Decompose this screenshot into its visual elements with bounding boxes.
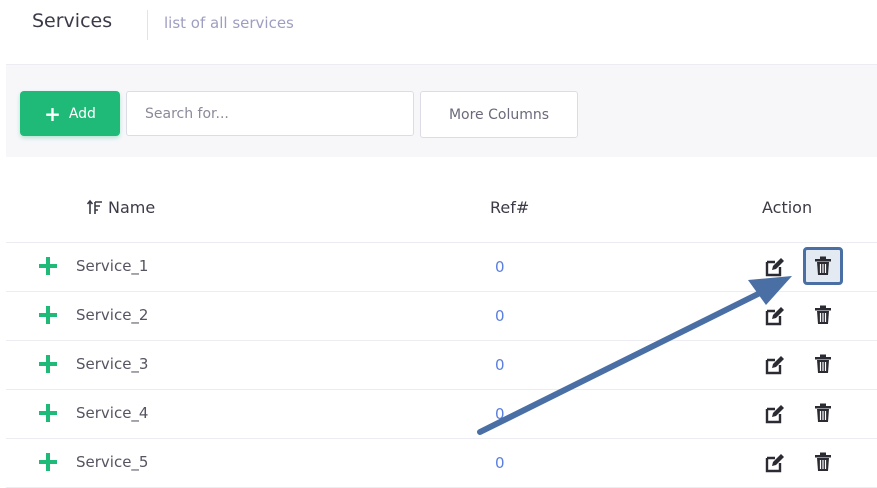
edit-icon[interactable] <box>764 354 786 376</box>
edit-icon[interactable] <box>764 452 786 474</box>
table-header: Name Ref# Action <box>6 180 877 243</box>
column-header-name[interactable]: Name <box>86 198 155 217</box>
trash-icon[interactable] <box>812 402 834 424</box>
table-row: Service_4 0 <box>6 390 877 439</box>
title-divider <box>147 10 148 40</box>
service-name: Service_4 <box>76 404 149 422</box>
plus-icon[interactable] <box>36 254 60 278</box>
trash-icon[interactable] <box>812 304 834 326</box>
plus-icon[interactable] <box>36 401 60 425</box>
column-header-name-label: Name <box>108 198 156 217</box>
trash-icon[interactable] <box>812 353 834 375</box>
plus-icon[interactable] <box>36 352 60 376</box>
table-row: Service_2 0 <box>6 292 877 341</box>
add-button-label: Add <box>68 105 96 122</box>
services-table: Name Ref# Action Service_1 0 Service_2 0 <box>6 180 877 488</box>
trash-icon[interactable] <box>812 451 834 473</box>
service-ref[interactable]: 0 <box>495 454 505 472</box>
service-ref[interactable]: 0 <box>495 307 505 325</box>
column-header-action: Action <box>762 198 813 217</box>
service-name: Service_5 <box>76 453 149 471</box>
service-ref[interactable]: 0 <box>495 356 505 374</box>
column-header-ref[interactable]: Ref# <box>490 198 529 217</box>
edit-icon[interactable] <box>764 403 786 425</box>
plus-icon: + <box>44 101 61 126</box>
plus-icon[interactable] <box>36 450 60 474</box>
search-input[interactable] <box>126 91 414 136</box>
service-name: Service_2 <box>76 306 149 324</box>
page-header: Services list of all services <box>0 0 877 64</box>
sort-icon <box>86 199 102 214</box>
table-row: Service_3 0 <box>6 341 877 390</box>
table-row: Service_5 0 <box>6 439 877 488</box>
service-name: Service_1 <box>76 257 149 275</box>
table-row: Service_1 0 <box>6 243 877 292</box>
service-ref[interactable]: 0 <box>495 258 505 276</box>
toolbar: + Add More Columns <box>6 64 877 157</box>
page-title: Services <box>32 10 113 32</box>
trash-icon[interactable] <box>812 255 834 277</box>
add-button[interactable]: + Add <box>20 91 120 136</box>
service-name: Service_3 <box>76 355 149 373</box>
page-subtitle: list of all services <box>164 14 294 32</box>
edit-icon[interactable] <box>764 256 786 278</box>
edit-icon[interactable] <box>764 305 786 327</box>
plus-icon[interactable] <box>36 303 60 327</box>
more-columns-button[interactable]: More Columns <box>420 91 578 138</box>
service-ref[interactable]: 0 <box>495 405 505 423</box>
